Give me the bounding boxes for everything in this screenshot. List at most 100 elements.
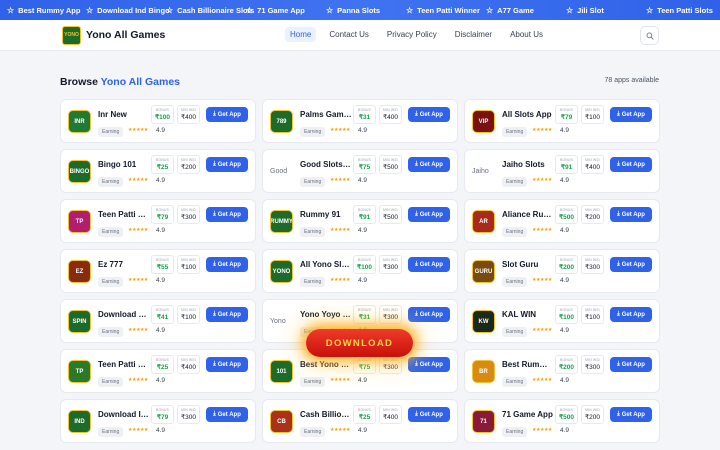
- app-icon[interactable]: VIP: [472, 110, 495, 133]
- app-icon[interactable]: BINGO: [68, 160, 91, 183]
- app-icon[interactable]: Jaiho: [472, 160, 495, 183]
- ticker-item[interactable]: ☆ Cash Billionaire Slots: [156, 6, 254, 15]
- nav-home[interactable]: Home: [285, 27, 317, 42]
- app-name[interactable]: All Slots App: [502, 110, 554, 119]
- ticker-item[interactable]: ☆ 71 Game App: [236, 6, 316, 15]
- get-app-button[interactable]: ⤓ Get App: [206, 357, 248, 372]
- get-app-button[interactable]: ⤓ Get App: [408, 257, 450, 272]
- app-card[interactable]: Jaiho Jaiho Slots Earning ★★★★★ 4.9 BONU…: [464, 149, 660, 193]
- app-name[interactable]: Best Yono …: [300, 360, 352, 369]
- app-card[interactable]: YONO All Yono Slots Earning ★★★★★ 4.9 BO…: [262, 249, 458, 293]
- app-name[interactable]: Best Rumm…: [502, 360, 554, 369]
- app-name[interactable]: KAL WIN: [502, 310, 554, 319]
- app-name[interactable]: Jaiho Slots: [502, 160, 554, 169]
- app-name[interactable]: All Yono Slots: [300, 260, 352, 269]
- app-name[interactable]: Aliance Ru…: [502, 210, 554, 219]
- get-app-button[interactable]: ⤓ Get App: [610, 307, 652, 322]
- nav-privacy[interactable]: Privacy Policy: [382, 27, 442, 42]
- app-card[interactable]: INR Inr New Earning ★★★★★ 4.9 BONUS ₹100…: [60, 99, 256, 143]
- app-card[interactable]: KW KAL WIN Earning ★★★★★ 4.9 BONUS ₹100 …: [464, 299, 660, 343]
- app-card[interactable]: 71 71 Game App Earning ★★★★★ 4.9 BONUS ₹…: [464, 399, 660, 443]
- get-app-button[interactable]: ⤓ Get App: [408, 107, 450, 122]
- app-name[interactable]: Download I…: [98, 410, 150, 419]
- app-name[interactable]: Bingo 101: [98, 160, 150, 169]
- app-card[interactable]: TP Teen Patti … Earning ★★★★★ 4.9 BONUS …: [60, 349, 256, 393]
- app-icon[interactable]: EZ: [68, 260, 91, 283]
- app-icon[interactable]: GURU: [472, 260, 495, 283]
- app-icon[interactable]: IND: [68, 410, 91, 433]
- app-card[interactable]: GURU Slot Guru Earning ★★★★★ 4.9 BONUS ₹…: [464, 249, 660, 293]
- app-icon[interactable]: BR: [472, 360, 495, 383]
- app-icon[interactable]: TP: [68, 210, 91, 233]
- app-name[interactable]: Yono Yoyo …: [300, 310, 352, 319]
- app-card[interactable]: BR Best Rumm… Earning ★★★★★ 4.9 BONUS ₹2…: [464, 349, 660, 393]
- app-card[interactable]: VIP All Slots App Earning ★★★★★ 4.9 BONU…: [464, 99, 660, 143]
- app-card[interactable]: BINGO Bingo 101 Earning ★★★★★ 4.9 BONUS …: [60, 149, 256, 193]
- get-app-button[interactable]: ⤓ Get App: [610, 157, 652, 172]
- app-card[interactable]: SPIN Download … Earning ★★★★★ 4.9 BONUS …: [60, 299, 256, 343]
- get-app-button[interactable]: ⤓ Get App: [206, 307, 248, 322]
- app-card[interactable]: TP Teen Patti Y… Earning ★★★★★ 4.9 BONUS…: [60, 199, 256, 243]
- nav-disclaimer[interactable]: Disclaimer: [450, 27, 497, 42]
- ticker-item[interactable]: ☆ Teen Patti Winner: [396, 6, 480, 15]
- app-card[interactable]: RUMMY Rummy 91 Earning ★★★★★ 4.9 BONUS ₹…: [262, 199, 458, 243]
- app-name[interactable]: Palms Gam…: [300, 110, 352, 119]
- app-icon[interactable]: AR: [472, 210, 495, 233]
- app-name[interactable]: Cash Billion…: [300, 410, 352, 419]
- app-card[interactable]: CB Cash Billion… Earning ★★★★★ 4.9 BONUS…: [262, 399, 458, 443]
- get-app-button[interactable]: ⤓ Get App: [206, 407, 248, 422]
- app-name[interactable]: Slot Guru: [502, 260, 554, 269]
- app-icon[interactable]: RUMMY: [270, 210, 293, 233]
- app-icon[interactable]: 101: [270, 360, 293, 383]
- nav-contact[interactable]: Contact Us: [324, 27, 374, 42]
- app-card[interactable]: Good Good Slots … Earning ★★★★★ 4.9 BONU…: [262, 149, 458, 193]
- ticker-item[interactable]: ☆ Teen Patti Slots: [636, 6, 716, 15]
- download-button[interactable]: DOWNLOAD: [306, 329, 413, 357]
- app-name[interactable]: Inr New: [98, 110, 150, 119]
- app-name[interactable]: Teen Patti Y…: [98, 210, 150, 219]
- site-logo[interactable]: YONO: [62, 26, 81, 45]
- app-card[interactable]: EZ Ez 777 Earning ★★★★★ 4.9 BONUS ₹55 MI…: [60, 249, 256, 293]
- get-app-button[interactable]: ⤓ Get App: [408, 307, 450, 322]
- brand-name[interactable]: Yono All Games: [86, 29, 165, 41]
- get-app-button[interactable]: ⤓ Get App: [408, 157, 450, 172]
- ticker-item[interactable]: ☆ Jili Slot: [556, 6, 636, 15]
- app-icon[interactable]: Good: [270, 160, 293, 183]
- ticker-item[interactable]: ☆ Panna Slots: [316, 6, 396, 15]
- app-icon[interactable]: INR: [68, 110, 91, 133]
- app-card[interactable]: 789 Palms Gam… Earning ★★★★★ 4.9 BONUS ₹…: [262, 99, 458, 143]
- search-button[interactable]: [640, 26, 659, 45]
- get-app-button[interactable]: ⤓ Get App: [408, 407, 450, 422]
- app-icon[interactable]: KW: [472, 310, 495, 333]
- app-icon[interactable]: 71: [472, 410, 495, 433]
- app-icon[interactable]: Yono: [270, 310, 293, 333]
- app-icon[interactable]: 789: [270, 110, 293, 133]
- app-icon[interactable]: YONO: [270, 260, 293, 283]
- get-app-button[interactable]: ⤓ Get App: [610, 107, 652, 122]
- get-app-button[interactable]: ⤓ Get App: [610, 407, 652, 422]
- app-name[interactable]: Good Slots …: [300, 160, 352, 169]
- get-app-button[interactable]: ⤓ Get App: [408, 207, 450, 222]
- app-icon[interactable]: CB: [270, 410, 293, 433]
- get-app-button[interactable]: ⤓ Get App: [610, 257, 652, 272]
- app-name[interactable]: Teen Patti …: [98, 360, 150, 369]
- get-app-button[interactable]: ⤓ Get App: [206, 107, 248, 122]
- ticker-item[interactable]: ☆ Best Rummy App: [0, 6, 80, 15]
- app-name[interactable]: 71 Game App: [502, 410, 554, 419]
- ticker-item[interactable]: ☆ Download Ind Bingo: [76, 6, 170, 15]
- get-app-button[interactable]: ⤓ Get App: [610, 207, 652, 222]
- app-name[interactable]: Rummy 91: [300, 210, 352, 219]
- app-card[interactable]: IND Download I… Earning ★★★★★ 4.9 BONUS …: [60, 399, 256, 443]
- app-icon[interactable]: SPIN: [68, 310, 91, 333]
- get-app-button[interactable]: ⤓ Get App: [206, 207, 248, 222]
- get-app-button[interactable]: ⤓ Get App: [408, 357, 450, 372]
- get-app-button[interactable]: ⤓ Get App: [206, 157, 248, 172]
- app-card[interactable]: AR Aliance Ru… Earning ★★★★★ 4.9 BONUS ₹…: [464, 199, 660, 243]
- nav-about[interactable]: About Us: [505, 27, 548, 42]
- ticker-item[interactable]: ☆ A77 Game: [476, 6, 556, 15]
- get-app-button[interactable]: ⤓ Get App: [206, 257, 248, 272]
- get-app-button[interactable]: ⤓ Get App: [610, 357, 652, 372]
- app-name[interactable]: Ez 777: [98, 260, 150, 269]
- app-name[interactable]: Download …: [98, 310, 150, 319]
- app-icon[interactable]: TP: [68, 360, 91, 383]
